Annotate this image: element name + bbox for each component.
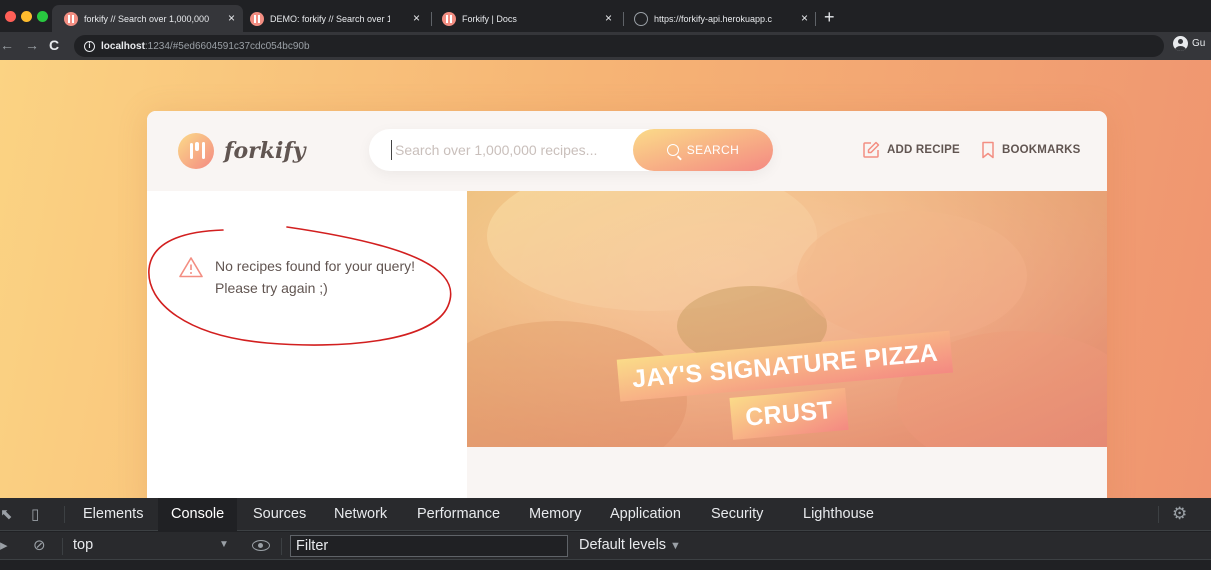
browser-tab-forkify[interactable]: forkify // Search over 1,000,000 × — [52, 5, 243, 32]
fork-knife-logo-icon — [178, 133, 214, 169]
maximize-window-button[interactable] — [37, 11, 48, 22]
avatar-icon — [1173, 36, 1188, 51]
forkify-favicon-icon — [442, 11, 456, 26]
devtools-tab-application[interactable]: Application — [610, 498, 681, 531]
recipe-photo: JAY'S SIGNATURE PIZZA CRUST — [467, 191, 1107, 447]
site-info-icon[interactable]: i — [84, 40, 95, 52]
chevron-down-icon: ▼ — [670, 540, 681, 552]
search-input[interactable] — [391, 140, 621, 160]
new-tab-button[interactable]: + — [824, 7, 835, 27]
browser-tab-docs[interactable]: Forkify | Docs × — [430, 5, 620, 32]
clear-console-icon[interactable]: ⊘ — [33, 537, 46, 554]
devtools-tab-security[interactable]: Security — [711, 498, 763, 531]
search-button[interactable]: SEARCH — [633, 129, 773, 171]
search-icon — [666, 144, 679, 156]
live-expression-eye-icon[interactable] — [252, 540, 270, 551]
search-form: SEARCH — [369, 129, 773, 171]
minimize-window-button[interactable] — [21, 11, 32, 22]
app-header: forkify SEARCH ADD RECIPE — [147, 111, 1107, 191]
inspect-element-icon[interactable]: ⬉ — [0, 506, 13, 523]
toolbar-divider — [281, 538, 282, 555]
browser-tab-strip: forkify // Search over 1,000,000 × DEMO:… — [0, 0, 1211, 34]
tab-separator — [815, 12, 816, 26]
edit-icon — [863, 141, 880, 158]
devtools-tab-sources[interactable]: Sources — [253, 498, 306, 531]
close-tab-icon[interactable]: × — [605, 11, 612, 25]
tab-title: DEMO: forkify // Search over 1, — [270, 13, 390, 24]
url-host: localhost — [101, 40, 145, 52]
console-output — [0, 561, 1211, 570]
add-recipe-button[interactable]: ADD RECIPE — [862, 141, 960, 159]
error-message-text: No recipes found for your query! Please … — [215, 258, 415, 296]
forkify-favicon-icon — [64, 11, 78, 26]
console-filter-input[interactable] — [290, 535, 568, 557]
bookmarks-button[interactable]: BOOKMARKS — [981, 141, 1080, 159]
alert-triangle-icon — [179, 257, 203, 278]
dropdown-arrow-icon[interactable]: ▼ — [219, 539, 229, 550]
forward-arrow-icon[interactable]: → — [25, 37, 39, 53]
address-bar: ← → C i localhost:1234/#5ed6604591c37cdc… — [0, 32, 1211, 60]
profile-label: Gu — [1192, 38, 1206, 49]
page-viewport: forkify SEARCH ADD RECIPE — [0, 60, 1211, 498]
error-message: No recipes found for your query! Please … — [179, 255, 445, 299]
browser-tab-api[interactable]: https://forkify-api.herokuapp.c × — [622, 5, 816, 32]
devtools-tab-bar: ⬉ ▯ Elements Console Sources Network Per… — [0, 498, 1211, 531]
logo-wordmark: forkify — [224, 138, 306, 164]
red-circle-annotation — [148, 226, 452, 346]
devtools-tab-console[interactable]: Console — [158, 498, 238, 531]
log-levels-dropdown[interactable]: Default levels ▼ — [579, 537, 681, 553]
device-toolbar-icon[interactable]: ▯ — [31, 506, 39, 523]
reload-icon[interactable]: C — [49, 37, 59, 53]
forkify-app: forkify SEARCH ADD RECIPE — [147, 111, 1107, 498]
tab-title: https://forkify-api.herokuapp.c — [654, 13, 773, 24]
search-results-panel: No recipes found for your query! Please … — [147, 191, 467, 498]
gear-icon[interactable]: ⚙ — [1172, 505, 1187, 523]
devtools-tab-lighthouse[interactable]: Lighthouse — [803, 498, 874, 531]
close-tab-icon[interactable]: × — [801, 11, 808, 25]
devtools-panel: ⬉ ▯ Elements Console Sources Network Per… — [0, 498, 1211, 570]
bookmarks-label: BOOKMARKS — [1002, 144, 1081, 156]
tab-title: Forkify | Docs — [462, 13, 517, 24]
toolbar-divider — [64, 506, 65, 523]
close-window-button[interactable] — [5, 11, 16, 22]
globe-icon — [634, 11, 648, 26]
back-arrow-icon[interactable]: ← — [0, 37, 14, 53]
console-toolbar: ▸ ⊘ top ▼ Default levels▼ — [0, 532, 1211, 560]
close-tab-icon[interactable]: × — [413, 11, 420, 25]
console-sidebar-icon[interactable]: ▸ — [0, 537, 8, 554]
tab-title: forkify // Search over 1,000,000 — [84, 13, 210, 24]
devtools-tab-performance[interactable]: Performance — [417, 498, 500, 531]
forkify-favicon-icon — [250, 11, 264, 26]
profile-button[interactable]: Gu — [1173, 36, 1205, 51]
browser-tab-demo[interactable]: DEMO: forkify // Search over 1, × — [238, 5, 428, 32]
search-button-label: SEARCH — [686, 143, 740, 157]
add-recipe-label: ADD RECIPE — [887, 144, 960, 156]
close-tab-icon[interactable]: × — [228, 11, 235, 25]
devtools-tab-network[interactable]: Network — [334, 498, 387, 531]
url-path: :1234/#5ed6604591c37cdc054bc90b — [144, 40, 310, 52]
bookmark-icon — [982, 141, 994, 159]
context-selector[interactable]: top — [73, 537, 93, 553]
devtools-tab-elements[interactable]: Elements — [83, 498, 143, 531]
url-field[interactable]: i localhost:1234/#5ed6604591c37cdc054bc9… — [74, 35, 1164, 57]
toolbar-divider — [1158, 506, 1159, 523]
toolbar-divider — [62, 538, 63, 555]
recipe-panel: JAY'S SIGNATURE PIZZA CRUST — [467, 191, 1107, 498]
forkify-logo[interactable]: forkify — [178, 133, 306, 169]
log-levels-label: Default levels — [579, 537, 667, 553]
devtools-tab-memory[interactable]: Memory — [529, 498, 581, 531]
